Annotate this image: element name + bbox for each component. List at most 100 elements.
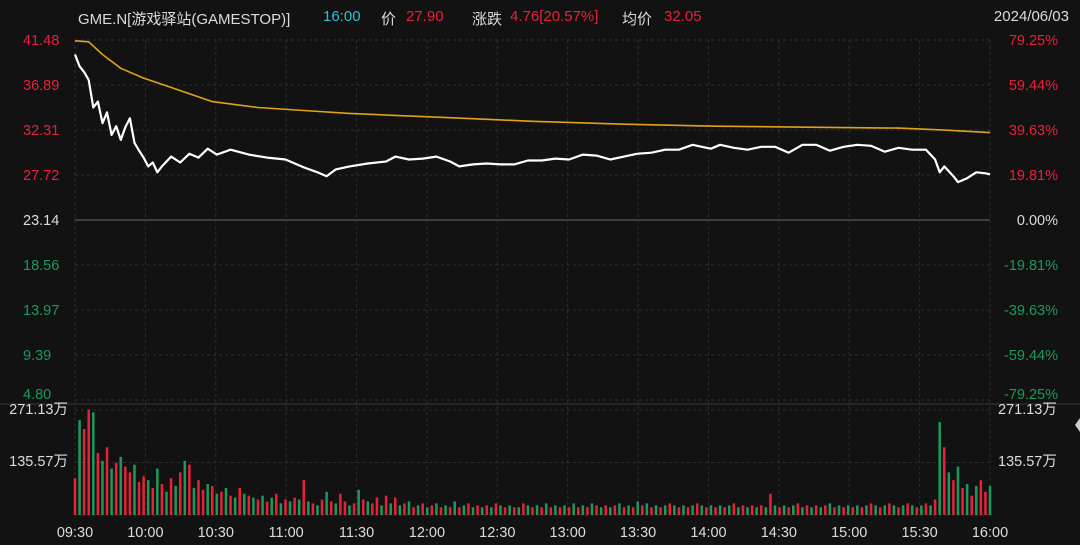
volume-bar bbox=[979, 480, 983, 515]
pct-axis-label: 0.00% bbox=[1017, 213, 1058, 229]
volume-bar bbox=[663, 505, 667, 515]
volume-bar bbox=[595, 505, 598, 515]
pct-axis-label: -59.44% bbox=[1004, 348, 1058, 364]
intraday-chart: 41.48 36.89 32.31 27.72 23.14 18.56 13.97 9.39 4… bbox=[0, 0, 1080, 545]
volume-bar bbox=[220, 491, 223, 515]
avg-label: 均价 bbox=[622, 11, 653, 28]
volume-bar bbox=[576, 507, 580, 515]
volume-bar bbox=[759, 505, 763, 515]
volume-bar bbox=[714, 507, 717, 515]
volume-bar bbox=[874, 505, 877, 515]
volume-bar bbox=[805, 505, 809, 515]
volume-bar bbox=[988, 485, 992, 515]
volume-bar bbox=[201, 489, 205, 515]
volume-axis-label-right: 271.13万 bbox=[998, 402, 1057, 418]
volume-bar bbox=[554, 505, 557, 515]
volume-bar bbox=[87, 409, 90, 515]
volume-bar bbox=[302, 480, 306, 515]
volume-bar bbox=[407, 501, 411, 515]
volume-bar bbox=[307, 501, 310, 515]
volume-bar bbox=[110, 468, 113, 515]
volume-bar bbox=[128, 472, 132, 515]
volume-bar bbox=[590, 503, 594, 515]
volume-bar bbox=[78, 420, 81, 515]
volume-bar bbox=[284, 499, 287, 515]
volume-bar bbox=[540, 507, 543, 515]
time-axis-label: 12:00 bbox=[409, 525, 445, 541]
price-axis-label: 36.89 bbox=[23, 78, 59, 94]
volume-bar bbox=[398, 505, 402, 515]
pct-axis-label: 39.63% bbox=[1009, 123, 1058, 139]
volume-bar bbox=[508, 505, 511, 515]
volume-bar bbox=[718, 505, 722, 515]
volume-bar bbox=[567, 507, 571, 515]
pct-axis-label: -79.25% bbox=[1004, 387, 1058, 403]
volume-bar bbox=[700, 505, 704, 515]
volume-bar bbox=[792, 505, 795, 515]
volume-bar bbox=[682, 505, 685, 515]
volume-bar bbox=[252, 497, 255, 515]
volume-bar bbox=[654, 505, 658, 515]
price-axis-label: 18.56 bbox=[23, 258, 59, 274]
volume-bar bbox=[641, 505, 644, 515]
avg-value: 32.05 bbox=[664, 8, 702, 25]
volume-bar bbox=[119, 456, 123, 515]
price-value: 27.90 bbox=[406, 8, 444, 25]
volume-bar bbox=[467, 503, 470, 515]
volume-bar bbox=[824, 505, 827, 515]
volume-bar bbox=[517, 507, 521, 515]
volume-bar bbox=[686, 507, 690, 515]
pct-axis-label: -19.81% bbox=[1004, 258, 1058, 274]
volume-bar bbox=[796, 503, 800, 515]
volume-bar bbox=[828, 503, 832, 515]
volume-bar bbox=[869, 503, 873, 515]
volume-bar bbox=[247, 495, 251, 515]
volume-bar bbox=[384, 495, 388, 515]
volume-bar bbox=[929, 505, 932, 515]
volume-bar bbox=[197, 480, 200, 515]
volume-bar bbox=[238, 487, 241, 515]
scroll-handle[interactable] bbox=[1075, 418, 1080, 432]
volume-bar bbox=[618, 503, 621, 515]
volume-bar bbox=[476, 505, 479, 515]
volume-bar bbox=[604, 505, 607, 515]
volume-bar bbox=[778, 507, 781, 515]
volume-bar bbox=[833, 507, 836, 515]
change-value: 4.76[20.57%] bbox=[510, 8, 599, 25]
volume-bar bbox=[535, 505, 539, 515]
volume-bar bbox=[851, 507, 855, 515]
change-label: 涨跌 bbox=[472, 11, 503, 28]
volume-bar bbox=[334, 503, 338, 515]
volume-bar bbox=[782, 505, 786, 515]
volume-bar bbox=[723, 507, 726, 515]
volume-bar bbox=[124, 466, 127, 515]
price-axis-label: 32.31 bbox=[23, 123, 59, 139]
volume-bar bbox=[435, 503, 438, 515]
volume-bar bbox=[563, 505, 566, 515]
volume-bar bbox=[165, 491, 168, 515]
volume-bar bbox=[764, 507, 768, 515]
price-axis-label: 4.80 bbox=[23, 387, 51, 403]
volume-bar bbox=[773, 505, 777, 515]
volume-bar bbox=[741, 505, 745, 515]
volume-bar bbox=[92, 412, 95, 515]
volume-bar bbox=[531, 507, 534, 515]
volume-bar bbox=[453, 501, 456, 515]
volume-bar bbox=[865, 505, 868, 515]
volume-bar bbox=[769, 493, 772, 515]
volume-bar bbox=[709, 505, 713, 515]
volume-bar bbox=[430, 505, 434, 515]
volume-bar bbox=[371, 503, 374, 515]
volume-bar bbox=[183, 460, 187, 515]
volume-bar bbox=[984, 491, 987, 515]
volume-bar bbox=[942, 447, 946, 515]
volume-bar bbox=[636, 501, 639, 515]
volume-bar bbox=[416, 505, 420, 515]
pct-axis-label: 19.81% bbox=[1009, 168, 1058, 184]
volume-bar bbox=[243, 493, 246, 515]
volume-bar bbox=[151, 487, 155, 515]
volume-bar bbox=[544, 503, 548, 515]
volume-bar bbox=[750, 505, 754, 515]
volume-bar bbox=[609, 507, 612, 515]
volume-bar bbox=[261, 495, 264, 515]
